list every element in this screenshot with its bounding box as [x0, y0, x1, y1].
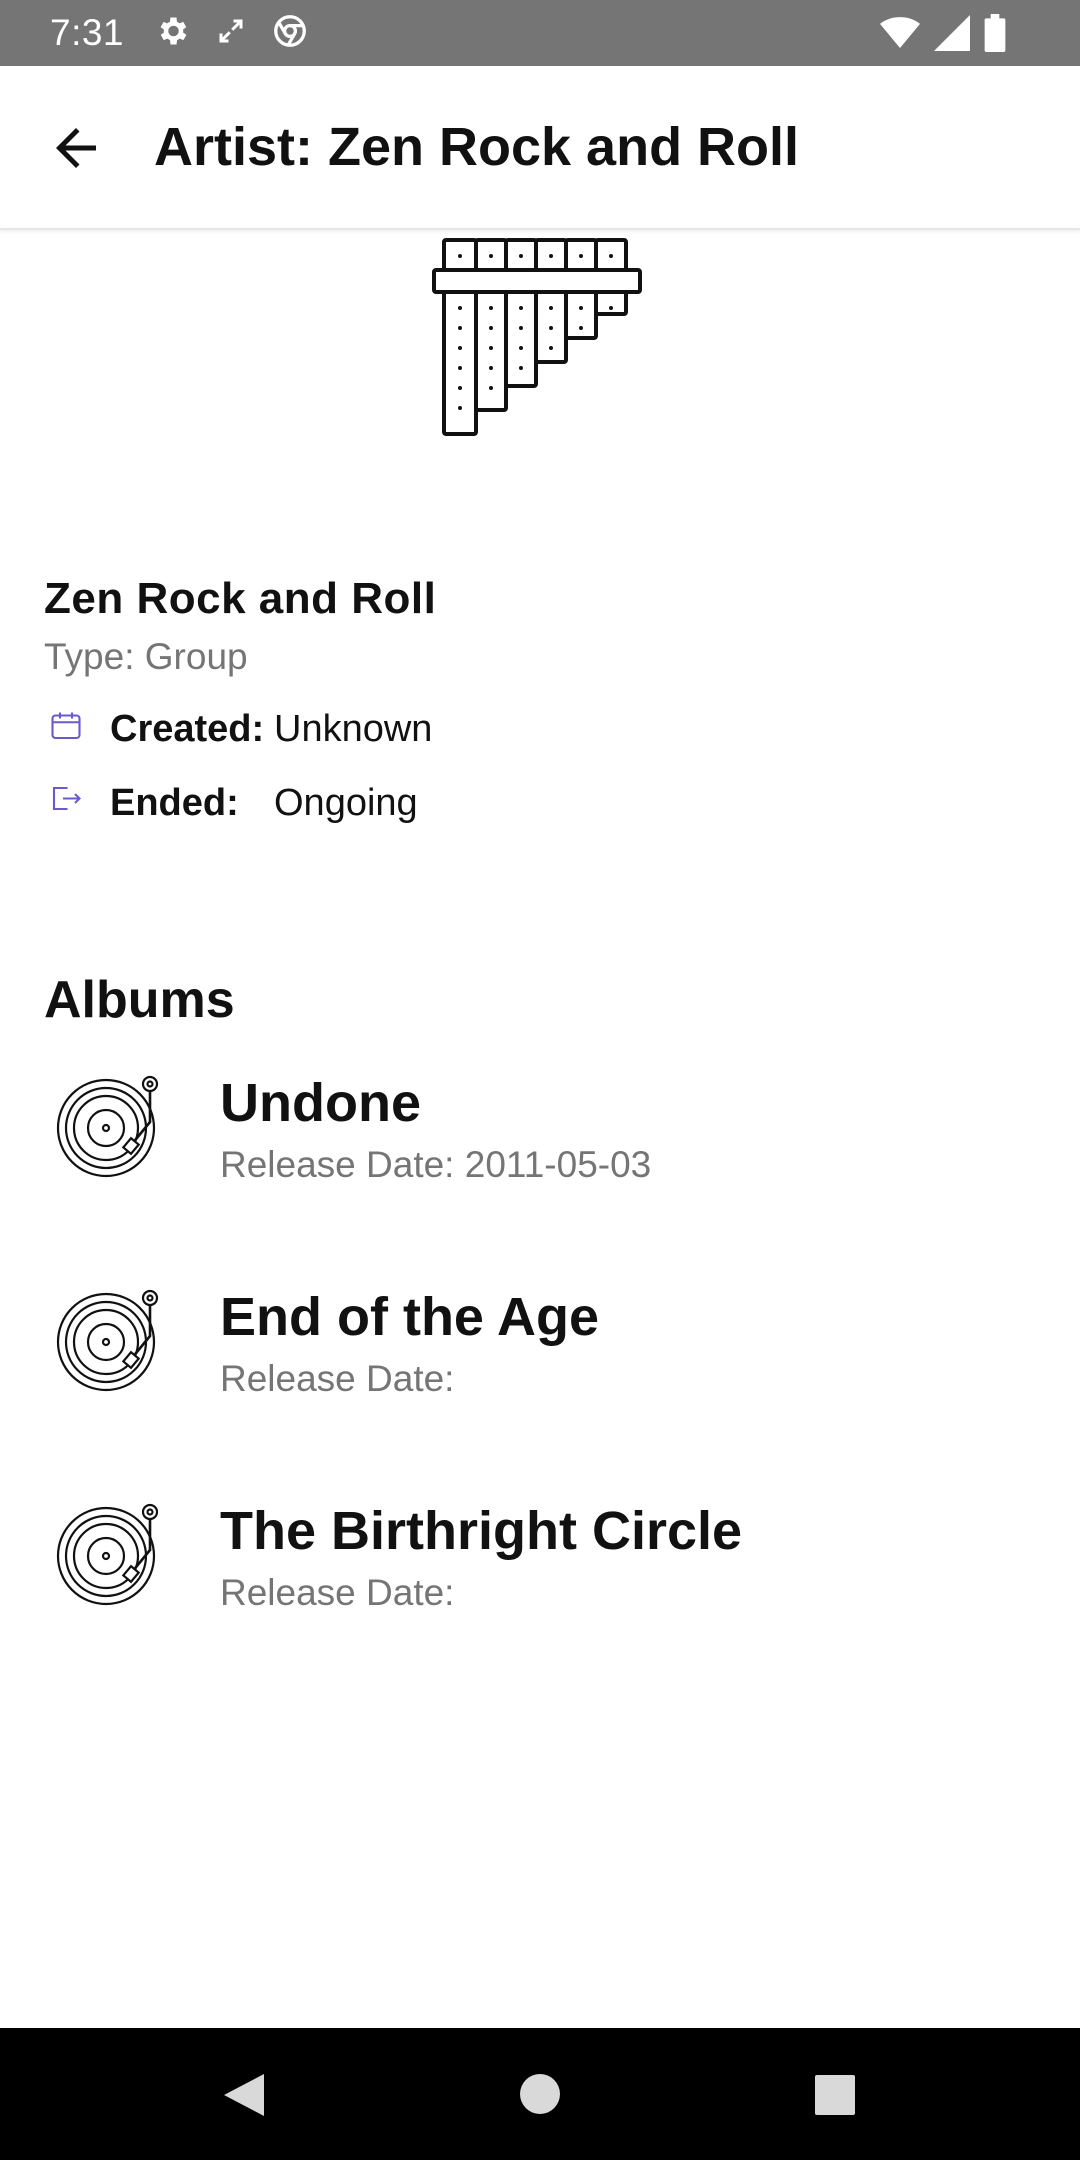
albums-heading: Albums [44, 971, 235, 1029]
ended-row: Ended: Ongoing [44, 778, 844, 828]
turntable-icon [56, 1286, 166, 1396]
circle-home-icon [520, 2074, 560, 2114]
status-bar: 7:31 [0, 0, 1080, 66]
album-release-date: Release Date: [220, 1358, 455, 1399]
album-title: The Birthright Circle [220, 1501, 743, 1561]
turntable-icon [56, 1072, 166, 1182]
ended-value: Ongoing [274, 782, 418, 824]
created-value: Unknown [274, 708, 433, 750]
album-title: Undone [220, 1073, 421, 1133]
nav-back-button[interactable] [222, 2072, 266, 2123]
triangle-back-icon [224, 2074, 264, 2116]
ended-label: Ended: [110, 782, 239, 824]
nav-recents-button[interactable] [814, 2074, 856, 2121]
created-row: Created: Unknown [44, 704, 844, 754]
album-item[interactable]: The Birthright Circle Release Date: [0, 1500, 1080, 1660]
wifi-icon [880, 15, 920, 56]
album-item[interactable]: Undone Release Date: 2011-05-03 [0, 1072, 1080, 1232]
back-button[interactable] [46, 118, 106, 178]
exit-icon [48, 782, 84, 818]
album-item[interactable]: End of the Age Release Date: [0, 1286, 1080, 1446]
nav-home-button[interactable] [518, 2072, 562, 2121]
status-time: 7:31 [50, 12, 125, 53]
arrow-left-icon [56, 128, 96, 168]
chrome-icon [272, 13, 308, 54]
created-label: Created: [110, 708, 265, 750]
album-title: End of the Age [220, 1287, 599, 1347]
signal-icon [934, 15, 970, 56]
artist-type: Type: Group [44, 636, 248, 677]
gear-icon [154, 13, 190, 54]
app-bar: Artist: Zen Rock and Roll [0, 66, 1080, 230]
page-title: Artist: Zen Rock and Roll [154, 117, 800, 177]
battery-icon [984, 14, 1006, 57]
artist-name: Zen Rock and Roll [44, 574, 437, 623]
album-release-date: Release Date: 2011-05-03 [220, 1144, 652, 1185]
calendar-icon [48, 708, 84, 744]
square-recents-icon [815, 2075, 855, 2115]
pan-flute-icon [430, 236, 650, 440]
turntable-icon [56, 1500, 166, 1610]
album-release-date: Release Date: [220, 1572, 455, 1613]
system-nav-bar [0, 2028, 1080, 2160]
expand-icon [216, 16, 246, 51]
